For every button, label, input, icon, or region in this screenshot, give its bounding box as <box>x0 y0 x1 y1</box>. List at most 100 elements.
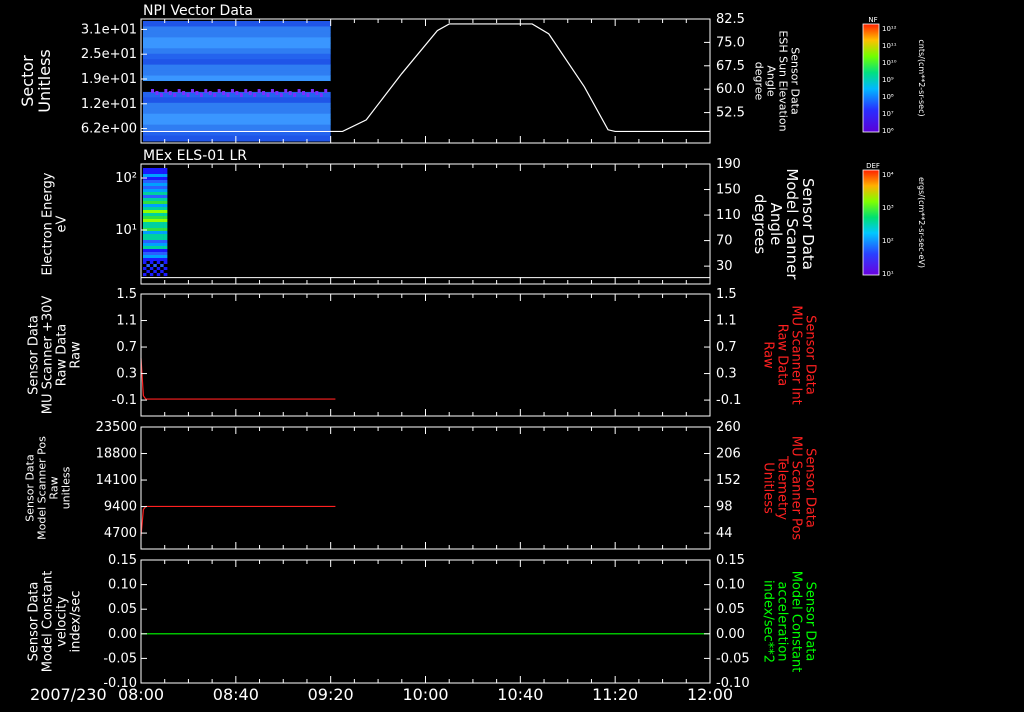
els-spectrogram-cell <box>149 255 154 259</box>
els-spectrogram-cell <box>156 228 161 232</box>
spectrogram-speck <box>239 93 243 97</box>
els-spectrogram-cell <box>143 273 147 277</box>
els-spectrogram-cell <box>163 213 168 217</box>
els-spectrogram-cell <box>153 270 158 274</box>
els-spectrogram-cell <box>143 198 147 202</box>
els-spectrogram-cell <box>163 180 168 184</box>
left-axis-label: Sensor Data Model Constantvelocity index/s… <box>26 571 83 673</box>
els-spectrogram-cell <box>149 222 154 226</box>
colorbar <box>862 23 880 133</box>
right-axis-label-line: Model Constant <box>789 571 804 673</box>
y-tick-label-left: 0.05 <box>108 602 137 617</box>
spectrogram-row <box>143 37 331 44</box>
els-spectrogram-cell <box>163 255 168 259</box>
els-spectrogram-cell <box>163 174 168 178</box>
els-spectrogram-cell <box>149 258 154 262</box>
y-tick-label-left: 0.15 <box>108 553 137 568</box>
els-spectrogram-cell <box>156 255 161 259</box>
els-spectrogram-cell <box>153 234 158 238</box>
els-spectrogram-cell <box>153 240 158 244</box>
spectrogram-row <box>143 59 331 66</box>
plot-canvas: 3.1e+01 2.5e+01 1.9e+01 1.2e+01 6.2e+00 82.5 7… <box>18 3 926 704</box>
els-spectrogram-cell <box>153 249 158 253</box>
spectrogram-row <box>143 102 331 109</box>
els-spectrogram-cell <box>163 258 168 262</box>
els-spectrogram-cell <box>143 231 147 235</box>
y-tick-label-right: 60.0 <box>716 82 745 97</box>
left-axis-label-line: Raw <box>68 341 83 369</box>
spectrogram-speck <box>235 91 239 95</box>
els-spectrogram-cell <box>160 246 164 250</box>
els-spectrogram-cell <box>146 183 151 187</box>
y-tick-label-right: 67.5 <box>716 59 745 74</box>
els-spectrogram-cell <box>143 243 147 247</box>
els-spectrogram-cell <box>149 267 154 271</box>
colorbar-unit-label: ergs/(cm**2-sr-sec-eV) <box>917 177 926 268</box>
spectrogram-row <box>143 64 331 71</box>
els-spectrogram-cell <box>149 207 154 211</box>
y-tick-label-right: 0.05 <box>716 602 745 617</box>
els-spectrogram-cell <box>160 168 164 172</box>
els-spectrogram-cell <box>143 216 147 220</box>
els-spectrogram-cell <box>153 231 158 235</box>
els-spectrogram-cell <box>163 261 168 265</box>
spectrogram-speck <box>324 89 328 93</box>
els-spectrogram-cell <box>149 195 154 199</box>
y-tick-label-right: 190 <box>716 157 741 172</box>
els-spectrogram-cell <box>163 273 168 277</box>
els-spectrogram-cell <box>156 252 161 256</box>
y-tick-label-right: -0.05 <box>716 651 750 666</box>
els-spectrogram-cell <box>143 264 147 268</box>
els-spectrogram-cell <box>143 270 147 274</box>
els-spectrogram-cell <box>153 189 158 193</box>
els-spectrogram-cell <box>153 225 158 229</box>
left-axis-label-line: Sensor Data <box>26 315 41 395</box>
left-axis-label-line: Unitless <box>35 49 54 113</box>
els-spectrogram-cell <box>153 168 158 172</box>
els-spectrogram-cell <box>143 255 147 259</box>
spectrogram-row <box>143 53 331 60</box>
els-spectrogram-cell <box>156 186 161 190</box>
spectrogram-speck <box>248 91 252 95</box>
els-spectrogram-cell <box>163 222 168 226</box>
els-spectrogram-cell <box>149 246 154 250</box>
els-spectrogram-cell <box>146 252 151 256</box>
left-axis-label: SectorUnitless <box>18 49 54 113</box>
els-spectrogram-cell <box>153 201 158 205</box>
right-axis-label-line: degree <box>752 62 765 101</box>
els-spectrogram-cell <box>149 177 154 181</box>
y-tick-label-right: -0.1 <box>716 393 741 408</box>
els-spectrogram-cell <box>160 189 164 193</box>
els-spectrogram-cell <box>149 249 154 253</box>
els-spectrogram-cell <box>153 207 158 211</box>
els-spectrogram-cell <box>149 171 154 175</box>
els-spectrogram-cell <box>143 210 147 214</box>
right-axis-label-line: Sensor Data <box>803 448 818 528</box>
els-spectrogram-cell <box>146 273 151 277</box>
els-spectrogram-cell <box>160 195 164 199</box>
els-spectrogram-cell <box>149 189 154 193</box>
spectrogram-speck <box>270 89 274 93</box>
els-spectrogram-cell <box>149 192 154 196</box>
left-axis-label-line: Raw Data <box>54 324 69 387</box>
left-axis-label: Electron EnergyeV <box>40 172 69 275</box>
y-tick-label-left: 0.3 <box>116 367 137 382</box>
els-spectrogram-cell <box>163 225 168 229</box>
els-spectrogram-cell <box>163 270 168 274</box>
els-spectrogram-cell <box>153 174 158 178</box>
els-spectrogram-cell <box>143 237 147 241</box>
spectrogram-row <box>143 70 331 77</box>
els-spectrogram-cell <box>153 210 158 214</box>
els-spectrogram-cell <box>160 273 164 277</box>
right-axis-label: Sensor DataMU Scanner IntRaw DataRaw <box>761 305 818 404</box>
els-spectrogram-cell <box>153 267 158 271</box>
colorbar-tick-label: 10¹ <box>882 270 894 278</box>
spectrogram-speck <box>257 89 261 93</box>
spectrogram-speck <box>262 91 266 95</box>
els-spectrogram-cell <box>149 237 154 241</box>
els-spectrogram-cell <box>149 270 154 274</box>
y-tick-label-left: 14100 <box>96 473 137 488</box>
right-axis-label-line: Raw <box>761 341 776 369</box>
els-spectrogram-cell <box>163 168 168 172</box>
y-tick-label-right: 70 <box>716 234 733 249</box>
